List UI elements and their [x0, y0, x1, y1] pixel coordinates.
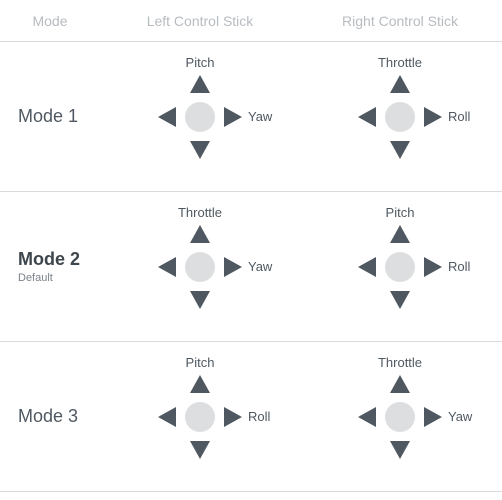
arrow-left-icon — [158, 257, 176, 277]
stick-right-label: Roll — [448, 259, 470, 274]
header-left: Left Control Stick — [100, 13, 300, 29]
left-stick-cell: Pitch Roll — [100, 342, 300, 492]
mode-cell: Mode 1 — [0, 106, 100, 127]
table-header: Mode Left Control Stick Right Control St… — [0, 0, 502, 42]
arrow-left-icon — [158, 407, 176, 427]
stick-hub-icon — [385, 252, 415, 282]
arrow-down-icon — [190, 441, 210, 459]
arrow-down-icon — [190, 291, 210, 309]
mode-cell: Mode 2 Default — [0, 249, 100, 284]
stick-top-label: Pitch — [186, 55, 215, 70]
control-stick-mode-table: Mode Left Control Stick Right Control St… — [0, 0, 502, 492]
stick-hub-icon — [385, 402, 415, 432]
arrow-left-icon — [358, 107, 376, 127]
arrow-down-icon — [190, 141, 210, 159]
control-stick-diagram: Throttle Roll — [325, 52, 475, 182]
stick-hub-icon — [185, 402, 215, 432]
arrow-left-icon — [358, 407, 376, 427]
control-stick-diagram: Pitch Roll — [325, 202, 475, 332]
control-stick-diagram: Pitch Roll — [125, 352, 275, 482]
arrow-left-icon — [358, 257, 376, 277]
stick-right-label: Yaw — [448, 409, 472, 424]
arrow-right-icon — [224, 107, 242, 127]
left-stick-cell: Pitch Yaw — [100, 42, 300, 192]
mode-default-badge: Default — [18, 272, 100, 284]
stick-hub-icon — [185, 252, 215, 282]
arrow-up-icon — [390, 75, 410, 93]
right-stick-cell: Throttle Yaw — [300, 342, 500, 492]
mode-label: Mode 1 — [18, 106, 100, 127]
mode-label: Mode 3 — [18, 406, 100, 427]
mode-label: Mode 2 — [18, 249, 100, 270]
arrow-up-icon — [190, 75, 210, 93]
arrow-up-icon — [390, 225, 410, 243]
control-stick-diagram: Throttle Yaw — [125, 202, 275, 332]
arrow-up-icon — [190, 225, 210, 243]
arrow-right-icon — [424, 407, 442, 427]
stick-top-label: Pitch — [386, 205, 415, 220]
table-row: Mode 2 Default Throttle Yaw Pitch — [0, 192, 502, 342]
control-stick-diagram: Throttle Yaw — [325, 352, 475, 482]
left-stick-cell: Throttle Yaw — [100, 192, 300, 342]
table-row: Mode 3 Pitch Roll Throttle Yaw — [0, 342, 502, 492]
arrow-up-icon — [190, 375, 210, 393]
stick-right-label: Roll — [248, 409, 270, 424]
stick-top-label: Throttle — [378, 355, 422, 370]
table-row: Mode 1 Pitch Yaw Throttle Roll — [0, 42, 502, 192]
mode-cell: Mode 3 — [0, 406, 100, 427]
right-stick-cell: Throttle Roll — [300, 42, 500, 192]
stick-top-label: Throttle — [178, 205, 222, 220]
arrow-right-icon — [424, 107, 442, 127]
header-mode: Mode — [0, 13, 100, 29]
stick-top-label: Throttle — [378, 55, 422, 70]
control-stick-diagram: Pitch Yaw — [125, 52, 275, 182]
stick-right-label: Yaw — [248, 109, 272, 124]
arrow-right-icon — [224, 257, 242, 277]
arrow-right-icon — [424, 257, 442, 277]
stick-hub-icon — [185, 102, 215, 132]
arrow-left-icon — [158, 107, 176, 127]
arrow-down-icon — [390, 291, 410, 309]
header-right: Right Control Stick — [300, 13, 500, 29]
arrow-right-icon — [224, 407, 242, 427]
arrow-down-icon — [390, 441, 410, 459]
stick-top-label: Pitch — [186, 355, 215, 370]
stick-hub-icon — [385, 102, 415, 132]
stick-right-label: Roll — [448, 109, 470, 124]
right-stick-cell: Pitch Roll — [300, 192, 500, 342]
arrow-up-icon — [390, 375, 410, 393]
stick-right-label: Yaw — [248, 259, 272, 274]
arrow-down-icon — [390, 141, 410, 159]
